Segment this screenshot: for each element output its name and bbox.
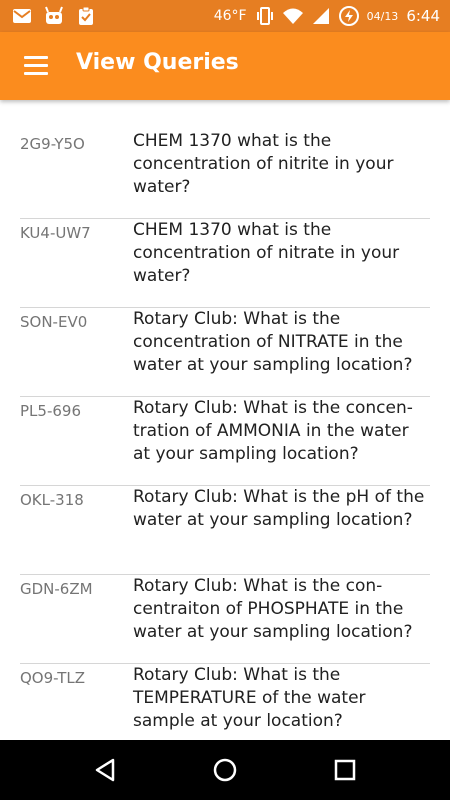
hamburger-menu-icon[interactable] (14, 44, 58, 88)
clock-text: 6:44 (406, 7, 440, 25)
back-icon[interactable] (85, 750, 125, 790)
navigation-bar (0, 740, 450, 800)
query-row[interactable]: GDN-6ZM Rotary Club: What is the con-cen… (20, 575, 430, 664)
recents-icon[interactable] (325, 750, 365, 790)
clipboard-check-icon (79, 6, 93, 25)
android-debug-icon (45, 6, 63, 24)
query-code: QO9-TLZ (20, 669, 85, 687)
query-code: GDN-6ZM (20, 580, 93, 598)
query-list-container[interactable]: 2G9-Y5O CHEM 1370 what is the concentrat… (0, 100, 450, 740)
query-row[interactable]: SON-EV0 Rotary Club: What is the concent… (20, 308, 430, 397)
query-text: Rotary Club: What is the pH of the water… (133, 487, 425, 530)
query-code: PL5-696 (20, 402, 81, 420)
notification-icons (12, 6, 96, 26)
query-text: Rotary Club: What is the con-centraiton … (133, 576, 413, 642)
query-code: SON-EV0 (20, 313, 88, 331)
query-code: 2G9-Y5O (20, 135, 85, 153)
page-title: View Queries (76, 50, 239, 75)
query-code: KU4-UW7 (20, 224, 91, 242)
query-text: Rotary Club: What is the TEMPERATURE of … (133, 665, 366, 731)
app-bar: View Queries (0, 32, 450, 100)
battery-saver-icon (338, 6, 359, 26)
query-row[interactable]: QO9-TLZ Rotary Club: What is the TEMPERA… (20, 664, 430, 740)
query-row[interactable]: 2G9-Y5O CHEM 1370 what is the concentrat… (20, 130, 430, 219)
query-row[interactable]: KU4-UW7 CHEM 1370 what is the concentrat… (20, 219, 430, 308)
query-row[interactable]: PL5-696 Rotary Club: What is the concen-… (20, 397, 430, 486)
query-text: CHEM 1370 what is the concentration of n… (133, 131, 394, 197)
home-icon[interactable] (205, 750, 245, 790)
vibrate-icon (256, 7, 273, 25)
query-text: Rotary Club: What is the concen-tration … (133, 398, 413, 464)
query-row[interactable]: OKL-318 Rotary Club: What is the pH of t… (20, 486, 430, 575)
date-text: 04/13 (366, 9, 399, 23)
query-list: 2G9-Y5O CHEM 1370 what is the concentrat… (20, 130, 430, 740)
wifi-icon (282, 8, 303, 24)
gmail-icon (13, 9, 31, 23)
query-code: OKL-318 (20, 491, 84, 509)
query-text: CHEM 1370 what is the concentration of n… (133, 220, 400, 286)
query-text: Rotary Club: What is the concentration o… (133, 309, 413, 375)
system-status: 46°F 04/13 6:44 (214, 4, 440, 28)
temperature-text: 46°F (213, 8, 247, 24)
status-bar: 46°F 04/13 6:44 (0, 0, 450, 32)
signal-icon (312, 8, 329, 24)
